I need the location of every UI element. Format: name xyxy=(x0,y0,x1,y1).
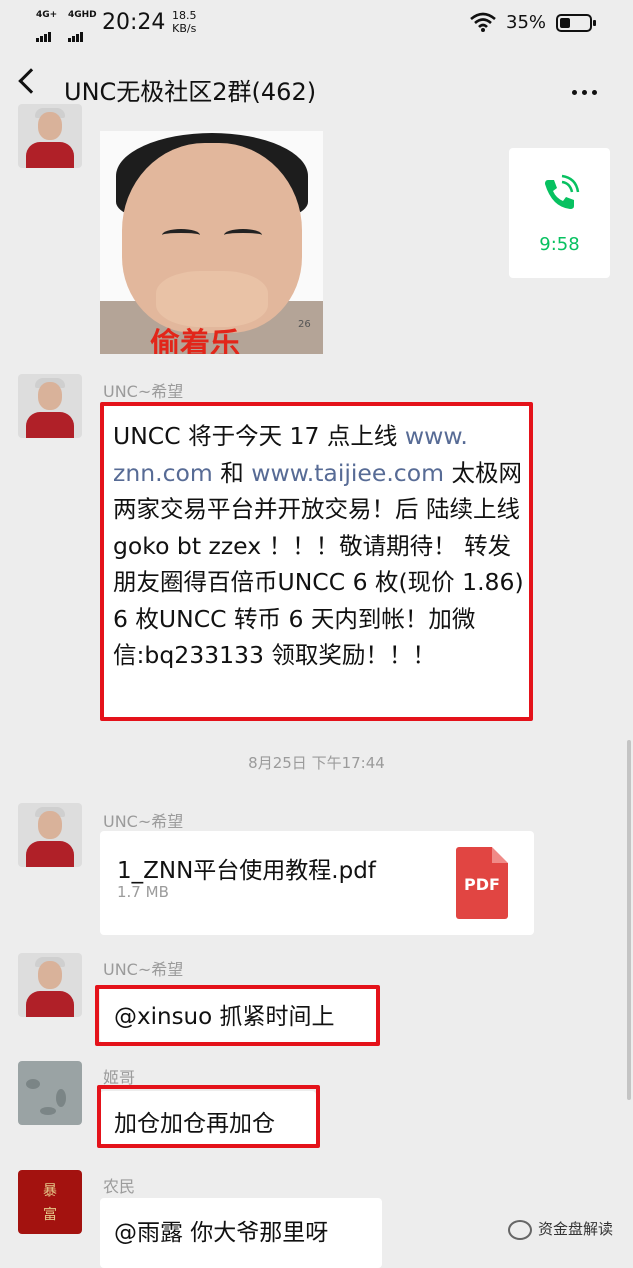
timestamp: 8月25日 下午17:44 xyxy=(248,754,385,772)
signal-icon-2 xyxy=(68,23,84,42)
chat-title: UNC无极社区2群(462) xyxy=(64,78,317,106)
phone-icon xyxy=(545,174,580,209)
sender-name: 姬哥 xyxy=(103,1068,136,1087)
watermark-logo-icon xyxy=(508,1219,532,1240)
signal-icon xyxy=(36,23,52,42)
avatar-text: 暴 xyxy=(43,1183,57,1199)
message-text[interactable]: 加仓加仓再加仓 xyxy=(114,1104,275,1138)
call-duration: 9:58 xyxy=(539,234,580,255)
sender-name: UNC~希望 xyxy=(103,960,184,979)
battery-percent: 35% xyxy=(506,12,547,33)
watermark-text: 资金盘解读 xyxy=(538,1220,614,1238)
message-text-part: 和 xyxy=(212,458,252,487)
battery-icon xyxy=(556,14,596,32)
chat-header: UNC无极社区2群(462) xyxy=(0,50,633,120)
call-record-bubble[interactable]: 9:58 xyxy=(509,148,610,278)
ellipsis-icon[interactable] xyxy=(572,80,602,99)
status-bar: 4G+ 4GHD 20:24 18.5 KB/s 35% xyxy=(0,0,633,50)
clock: 20:24 xyxy=(102,10,166,35)
message-text-part: 太极网 两家交易平台并开放交易！后 陆续上线 goko bt zzex ！！！敬… xyxy=(113,458,524,670)
file-name: 1_ZNN平台使用教程.pdf xyxy=(117,858,376,884)
avatar[interactable] xyxy=(18,953,82,1017)
message-text[interactable]: @xinsuo 抓紧时间上 xyxy=(114,997,335,1031)
pdf-icon: PDF xyxy=(456,847,508,919)
avatar[interactable]: 暴 富 xyxy=(18,1170,82,1234)
chevron-left-icon[interactable] xyxy=(18,68,44,94)
sender-name: UNC~希望 xyxy=(103,812,184,831)
network-speed: 18.5 KB/s xyxy=(172,9,197,35)
pdf-label: PDF xyxy=(464,875,500,894)
scrollbar[interactable] xyxy=(627,740,631,1100)
avatar[interactable] xyxy=(18,374,82,438)
message-text[interactable]: UNCC 将于今天 17 点上线 www. znn.com 和 www.taij… xyxy=(113,418,525,674)
sticker-number: 26 xyxy=(298,319,311,330)
message-text[interactable]: @雨露 你大爷那里呀 xyxy=(114,1213,328,1247)
avatar[interactable] xyxy=(18,803,82,867)
sticker-caption: 偷着乐 xyxy=(150,327,240,354)
sticker-image[interactable]: 偷着乐 26 xyxy=(100,131,323,354)
sender-name: UNC~希望 xyxy=(103,382,184,401)
battery-level xyxy=(560,18,570,28)
file-message[interactable]: 1_ZNN平台使用教程.pdf 1.7 MB PDF xyxy=(100,831,534,935)
avatar[interactable] xyxy=(18,1061,82,1125)
avatar-text: 富 xyxy=(43,1207,57,1223)
wifi-icon xyxy=(470,12,496,32)
link-taijiee[interactable]: www.taijiee.com xyxy=(251,459,444,487)
speed-value: 18.5 xyxy=(172,9,197,22)
speed-unit: KB/s xyxy=(172,22,197,35)
file-size: 1.7 MB xyxy=(117,883,169,901)
avatar[interactable] xyxy=(18,104,82,168)
watermark: 资金盘解读 xyxy=(508,1218,613,1244)
network-label-1: 4G+ xyxy=(36,10,58,20)
sender-name: 农民 xyxy=(103,1177,136,1196)
message-text-part: UNCC 将于今天 17 点上线 xyxy=(113,422,405,450)
network-label-2: 4GHD xyxy=(68,10,97,20)
